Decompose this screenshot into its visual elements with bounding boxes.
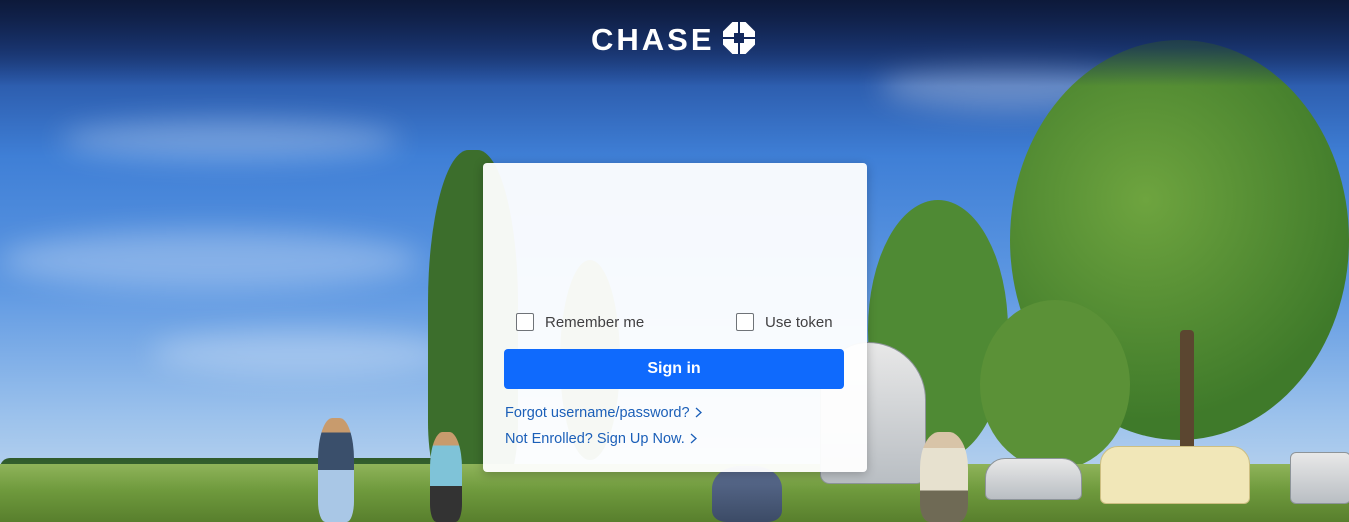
chase-logo[interactable]: CHASE — [591, 21, 755, 59]
child-running — [318, 418, 354, 522]
use-token-checkbox[interactable] — [736, 313, 754, 331]
child-running — [430, 432, 462, 522]
person-seated — [920, 432, 968, 522]
use-token-option[interactable]: Use token — [736, 311, 833, 333]
use-token-label: Use token — [765, 313, 833, 331]
forgot-link-text: Forgot username/password? — [505, 405, 690, 421]
remember-me-option[interactable]: Remember me — [516, 311, 644, 333]
login-card: Remember me Use token Sign in Forgot use… — [483, 163, 867, 472]
camper-trailer — [985, 458, 1082, 500]
tree — [980, 300, 1130, 470]
brand-name: CHASE — [591, 22, 715, 57]
cloud — [150, 330, 450, 375]
person-seated — [712, 466, 782, 522]
chase-octagon-icon — [722, 21, 755, 59]
not-enrolled-sign-up-link[interactable]: Not Enrolled? Sign Up Now. — [505, 431, 697, 447]
chevron-right-icon — [690, 431, 697, 447]
forgot-username-password-link[interactable]: Forgot username/password? — [505, 405, 702, 421]
camper-trailer — [1100, 446, 1250, 504]
remember-me-checkbox[interactable] — [516, 313, 534, 331]
cloud — [0, 230, 420, 290]
remember-me-label: Remember me — [545, 313, 645, 331]
chevron-right-icon — [695, 405, 702, 421]
enroll-link-text: Not Enrolled? Sign Up Now. — [505, 431, 685, 447]
sign-in-button[interactable]: Sign in — [504, 349, 844, 389]
cloud — [60, 120, 400, 160]
camper-trailer — [1290, 452, 1349, 504]
